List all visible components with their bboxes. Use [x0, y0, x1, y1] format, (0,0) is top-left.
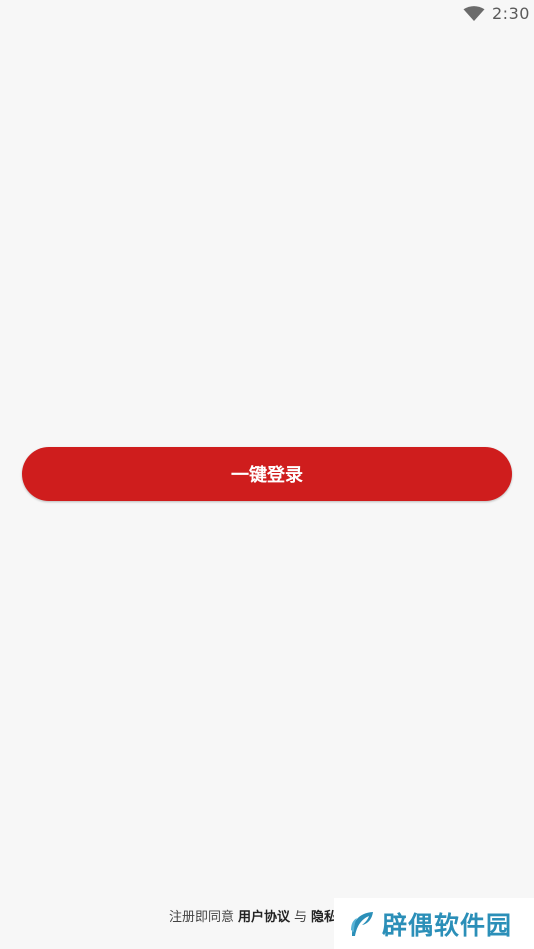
status-time: 2:30 [492, 4, 530, 23]
one-click-login-button[interactable]: 一键登录 [22, 447, 512, 501]
agreement-conjunction: 与 [294, 910, 308, 925]
watermark-text: 辟偶软件园 [382, 910, 513, 940]
wifi-icon [463, 6, 485, 21]
agreement-text: 注册即同意 用户协议与隐私 [169, 906, 337, 925]
leaf-logo-icon [351, 911, 373, 936]
watermark: 辟偶软件园 [334, 898, 534, 949]
agreement-prefix: 注册即同意 [169, 910, 235, 925]
user-agreement-link[interactable]: 用户协议 [238, 910, 290, 925]
status-bar: 2:30 [0, 0, 534, 30]
